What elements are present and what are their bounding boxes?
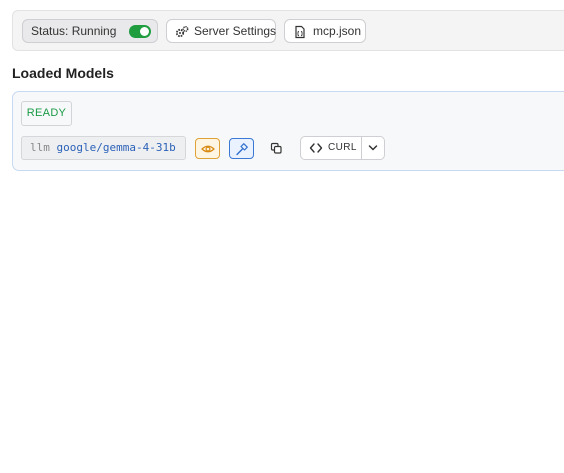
curl-button-group: CURL	[300, 136, 385, 160]
gears-icon	[175, 25, 189, 39]
mcp-json-button[interactable]: mcp.json	[284, 19, 366, 43]
vision-capability-button[interactable]	[195, 138, 220, 159]
code-brackets-icon	[309, 143, 323, 153]
chevron-down-icon	[368, 145, 378, 151]
json-file-icon	[293, 25, 307, 39]
model-type-label: llm	[30, 141, 50, 154]
server-toolbar: Status: Running Server Settings mcp.json	[12, 10, 564, 51]
curl-dropdown-button[interactable]	[362, 137, 384, 159]
copy-model-id-button[interactable]	[264, 138, 289, 159]
server-status-toggle[interactable]: Status: Running	[22, 19, 158, 43]
eye-icon	[201, 145, 215, 153]
tool-use-capability-button[interactable]	[229, 138, 254, 159]
model-name-label: google/gemma-4-31b	[56, 141, 176, 154]
model-card: READY llm google/gemma-4-31b CURL	[12, 91, 564, 171]
toggle-knob	[140, 27, 149, 36]
loaded-models-heading: Loaded Models	[12, 65, 114, 81]
hammer-icon	[236, 143, 248, 156]
curl-label: CURL	[328, 142, 357, 153]
server-settings-button[interactable]: Server Settings	[166, 19, 276, 43]
status-toggle-switch[interactable]	[129, 25, 151, 38]
mcp-json-label: mcp.json	[313, 24, 362, 38]
model-identifier[interactable]: llm google/gemma-4-31b	[21, 136, 186, 160]
server-settings-label: Server Settings	[194, 24, 277, 38]
model-status-badge: READY	[21, 101, 72, 126]
server-status-label: Status: Running	[31, 24, 117, 38]
curl-button[interactable]: CURL	[301, 137, 361, 159]
copy-icon	[270, 142, 282, 154]
